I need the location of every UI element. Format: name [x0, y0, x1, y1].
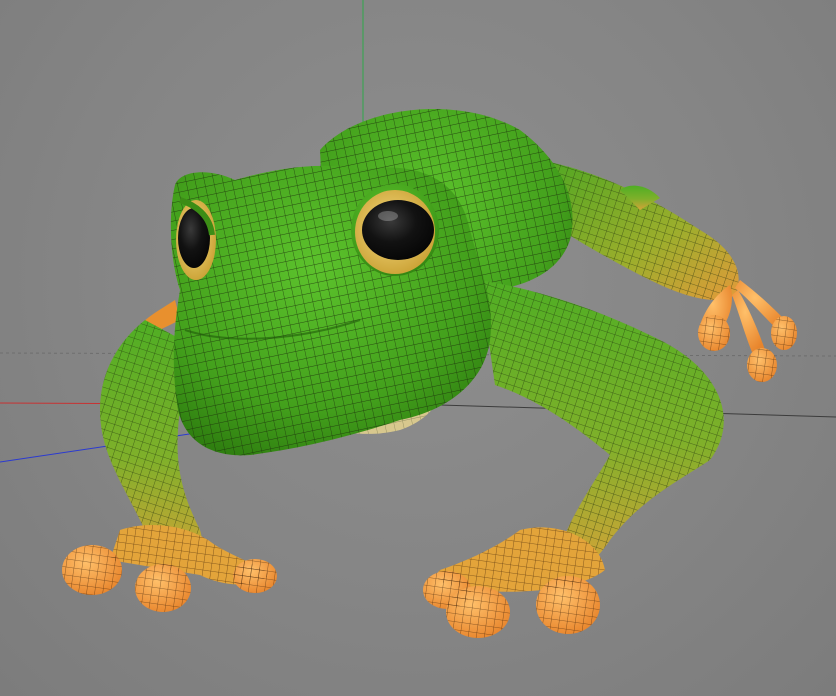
- frog-model[interactable]: [62, 108, 797, 638]
- frog-left-eye: [176, 197, 216, 280]
- left-front-foot: [62, 525, 277, 612]
- frog-right-eye: [351, 184, 439, 276]
- 3d-viewport[interactable]: [0, 0, 836, 696]
- frog-head: [170, 165, 491, 456]
- right-front-leg: [480, 280, 724, 574]
- viewport-canvas[interactable]: [0, 0, 836, 696]
- right-front-foot: [423, 527, 605, 638]
